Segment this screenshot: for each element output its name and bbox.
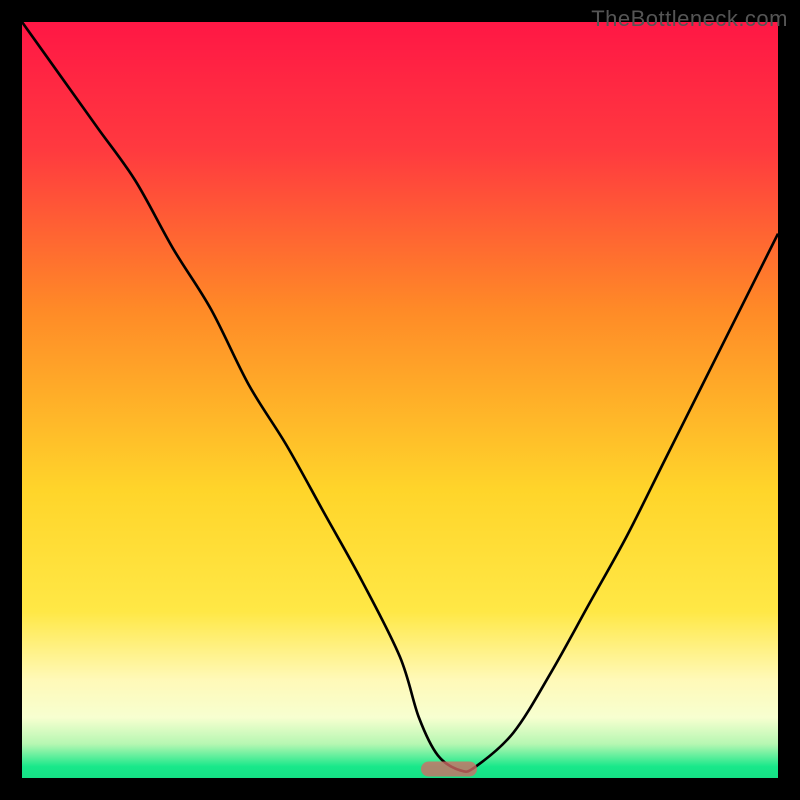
optimal-marker <box>421 761 477 776</box>
watermark-text: TheBottleneck.com <box>591 6 788 32</box>
bottleneck-curve <box>22 22 778 778</box>
curve-path <box>22 22 778 772</box>
plot-area <box>22 22 778 778</box>
outer-frame: TheBottleneck.com <box>0 0 800 800</box>
